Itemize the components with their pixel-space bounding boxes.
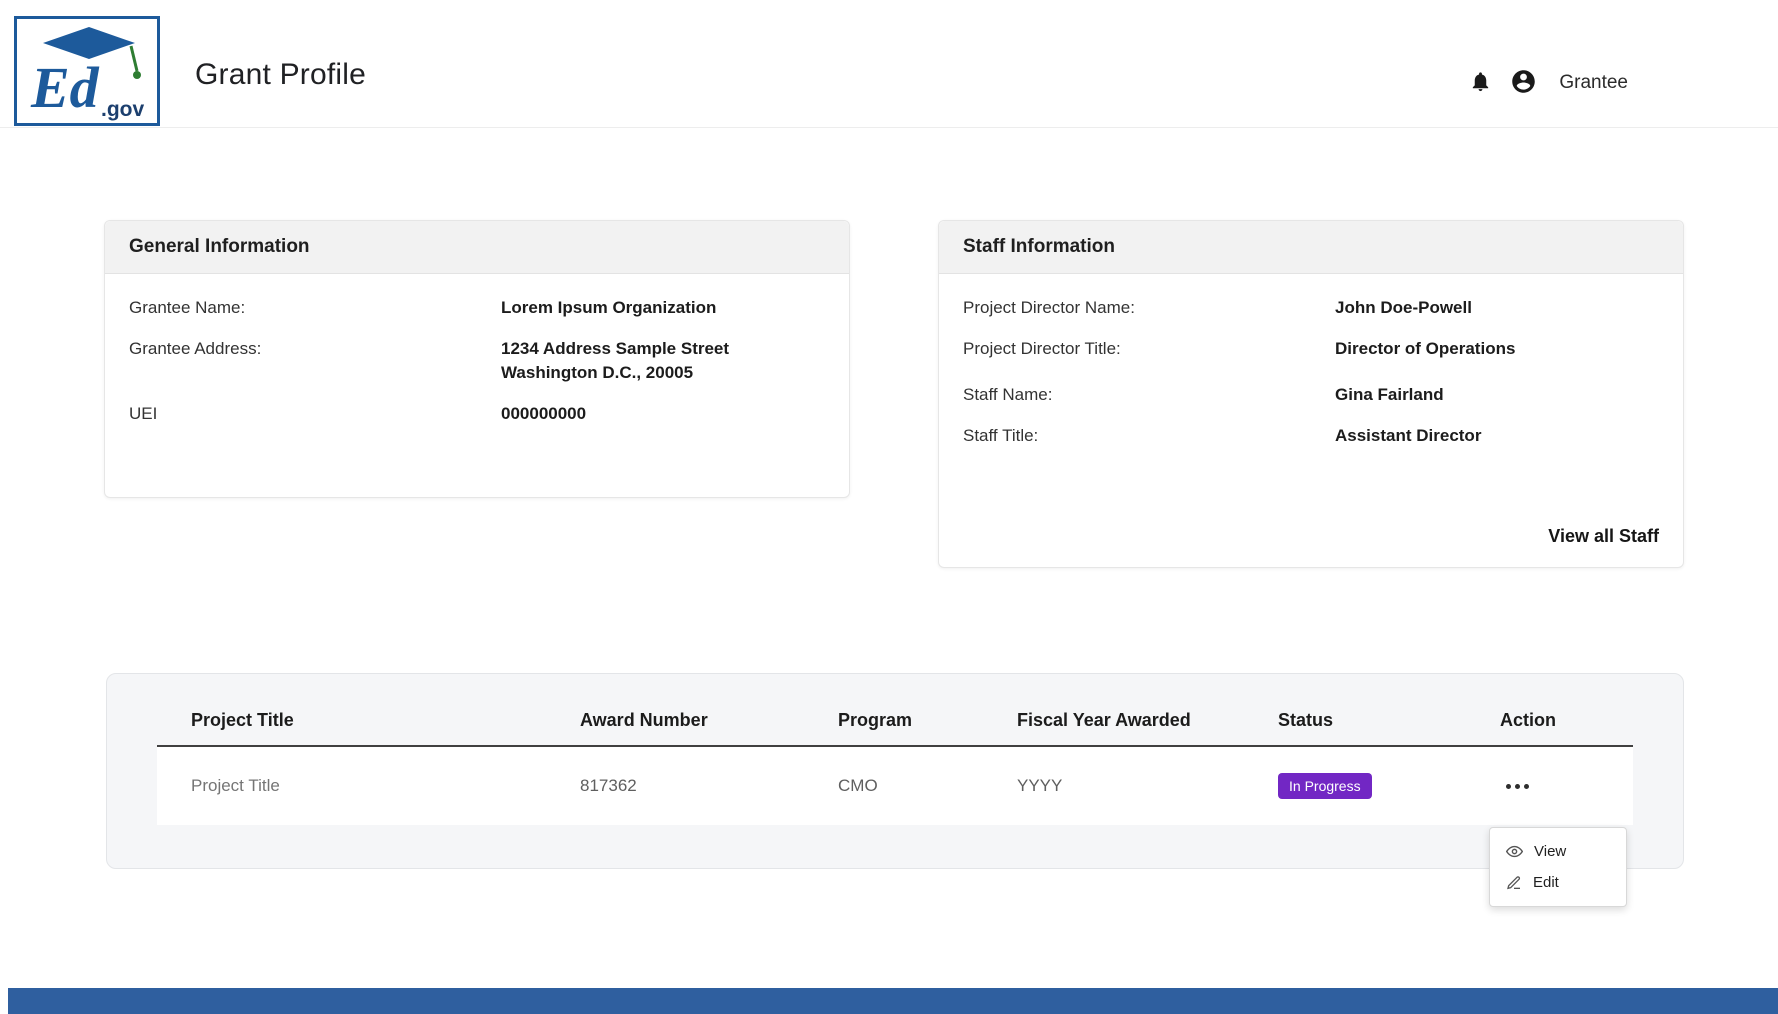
general-information-title: General Information (105, 221, 849, 274)
table-header-row: Project Title Award Number Program Fisca… (157, 674, 1633, 747)
address-line-1: 1234 Address Sample Street (501, 337, 729, 361)
field-grantee-name: Grantee Name: Lorem Ipsum Organization (129, 296, 825, 320)
column-header-award-number: Award Number (580, 710, 838, 731)
cell-award-number: 817362 (580, 776, 838, 796)
field-label: Grantee Name: (129, 296, 501, 320)
projects-table-card: Project Title Award Number Program Fisca… (106, 673, 1684, 869)
page-title: Grant Profile (195, 58, 366, 92)
field-staff-title: Staff Title: Assistant Director (963, 424, 1659, 448)
column-header-fiscal-year: Fiscal Year Awarded (1017, 710, 1278, 731)
cell-action (1500, 776, 1633, 797)
logo-text: Ed (30, 55, 100, 120)
user-role-label: Grantee (1559, 72, 1628, 94)
column-header-program: Program (838, 710, 1017, 731)
edit-pencil-icon (1506, 875, 1522, 891)
header-actions: Grantee (1467, 66, 1628, 100)
bell-icon (1469, 69, 1492, 97)
field-value: 000000000 (501, 402, 586, 426)
column-header-action: Action (1500, 710, 1633, 731)
menu-item-label: Edit (1533, 874, 1559, 891)
graduation-cap-icon: Ed .gov (17, 19, 157, 123)
menu-item-view[interactable]: View (1490, 836, 1626, 867)
menu-item-label: View (1534, 843, 1566, 860)
field-uei: UEI 000000000 (129, 402, 825, 426)
cell-program: CMO (838, 776, 1017, 796)
view-all-staff-link[interactable]: View all Staff (1548, 526, 1659, 547)
field-label: Project Director Title: (963, 337, 1335, 361)
row-actions-menu: View Edit (1489, 827, 1627, 907)
field-label: Staff Name: (963, 383, 1335, 407)
status-badge: In Progress (1278, 773, 1372, 799)
app-header: Ed .gov Grant Profile Grantee (0, 0, 1778, 128)
table-row: Project Title 817362 CMO YYYY In Progres… (157, 747, 1633, 825)
eye-icon (1506, 843, 1523, 860)
more-horizontal-icon (1506, 784, 1529, 789)
field-staff-name: Staff Name: Gina Fairland (963, 383, 1659, 407)
staff-information-card: Staff Information Project Director Name:… (938, 220, 1684, 568)
footer-bar (8, 988, 1778, 1014)
cell-fiscal-year: YYYY (1017, 776, 1278, 796)
column-header-status: Status (1278, 710, 1500, 731)
field-value: Lorem Ipsum Organization (501, 296, 716, 320)
account-circle-icon (1510, 68, 1537, 98)
field-label: UEI (129, 402, 501, 426)
field-value: Gina Fairland (1335, 383, 1444, 407)
cell-project-title: Project Title (157, 776, 580, 796)
menu-item-edit[interactable]: Edit (1490, 867, 1626, 898)
account-button[interactable] (1508, 66, 1539, 100)
field-label: Project Director Name: (963, 296, 1335, 320)
field-project-director-name: Project Director Name: John Doe-Powell (963, 296, 1659, 320)
field-label: Staff Title: (963, 424, 1335, 448)
field-label: Grantee Address: (129, 337, 501, 385)
row-actions-button[interactable] (1500, 776, 1535, 797)
general-information-card: General Information Grantee Name: Lorem … (104, 220, 850, 498)
logo-gov-text: .gov (101, 98, 144, 121)
address-line-2: Washington D.C., 20005 (501, 361, 729, 385)
column-header-project-title: Project Title (157, 710, 580, 731)
field-project-director-title: Project Director Title: Director of Oper… (963, 337, 1659, 361)
field-grantee-address: Grantee Address: 1234 Address Sample Str… (129, 337, 825, 385)
cell-status: In Progress (1278, 773, 1500, 799)
ed-gov-logo[interactable]: Ed .gov (14, 16, 160, 126)
field-value: Assistant Director (1335, 424, 1481, 448)
notifications-button[interactable] (1467, 67, 1494, 99)
staff-information-title: Staff Information (939, 221, 1683, 274)
field-value: 1234 Address Sample Street Washington D.… (501, 337, 729, 385)
field-value: John Doe-Powell (1335, 296, 1472, 320)
field-value: Director of Operations (1335, 337, 1515, 361)
